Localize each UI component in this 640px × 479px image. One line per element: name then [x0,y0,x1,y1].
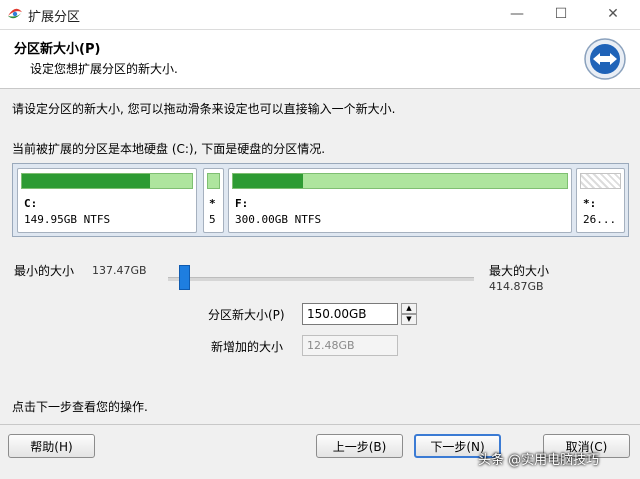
added-size-label: 新增加的大小 [211,340,284,354]
max-size-label: 最大的大小 [489,264,550,278]
partition-letter: *: [583,197,597,210]
size-slider-thumb[interactable] [179,265,190,290]
spin-up-button[interactable]: ▲ [401,303,417,314]
back-forward-arrows-icon [584,38,626,80]
usage-fill [233,174,304,188]
new-size-label: 分区新大小(P) [208,308,285,322]
partition-unallocated[interactable]: *: 26... [576,168,625,233]
minimize-button[interactable]: — [502,4,532,24]
max-size-value: 414.87GB [489,280,544,293]
added-size-field: 12.48GB [302,335,398,356]
instruction-text: 请设定分区的新大小, 您可以拖动滑条来设定也可以直接输入一个新大小. [12,102,396,116]
usage-fill [22,174,150,188]
partition-size: 5 [209,213,216,226]
disk-info-text: 当前被扩展的分区是本地硬盘 (C:), 下面是硬盘的分区情况. [12,142,326,156]
partition-size: 149.95GB NTFS [24,213,111,226]
page-title: 分区新大小(P) [14,42,101,57]
disk-map: C: 149.95GB NTFS * 5 F: 300.00GB NTFS *:… [12,163,629,237]
min-size-label: 最小的大小 [14,264,75,278]
back-button[interactable]: 上一步(B) [316,434,403,458]
close-button[interactable]: ✕ [598,4,628,24]
usage-fill [208,174,219,188]
page-subtitle: 设定您想扩展分区的新大小. [30,62,178,76]
maximize-button[interactable]: ☐ [546,4,576,24]
window-title: 扩展分区 [28,10,81,25]
new-size-input[interactable] [302,303,398,325]
partition-usage-bar [207,173,220,189]
partition-c[interactable]: C: 149.95GB NTFS [17,168,197,233]
partition-usage-bar [580,173,621,189]
partition-small[interactable]: * 5 [203,168,224,233]
partition-usage-bar [232,173,568,189]
partition-f[interactable]: F: 300.00GB NTFS [228,168,572,233]
partition-letter: * [209,197,216,210]
min-size-value: 137.47GB [92,264,147,277]
partition-letter: F: [235,197,249,210]
footer-note: 点击下一步查看您的操作. [12,400,148,414]
watermark: 头条 @实用电脑技巧 [478,453,600,468]
footer-divider [0,424,640,425]
partition-letter: C: [24,197,38,210]
partition-size: 300.00GB NTFS [235,213,322,226]
app-logo-icon [8,8,22,19]
wizard-header: 分区新大小(P) 设定您想扩展分区的新大小. [0,30,640,89]
help-button[interactable]: 帮助(H) [8,434,95,458]
title-bar: 扩展分区 — ☐ ✕ [0,0,640,30]
size-slider-track[interactable] [168,277,474,281]
partition-usage-bar [21,173,193,189]
spin-down-button[interactable]: ▼ [401,314,417,325]
partition-size: 26... [583,213,617,226]
